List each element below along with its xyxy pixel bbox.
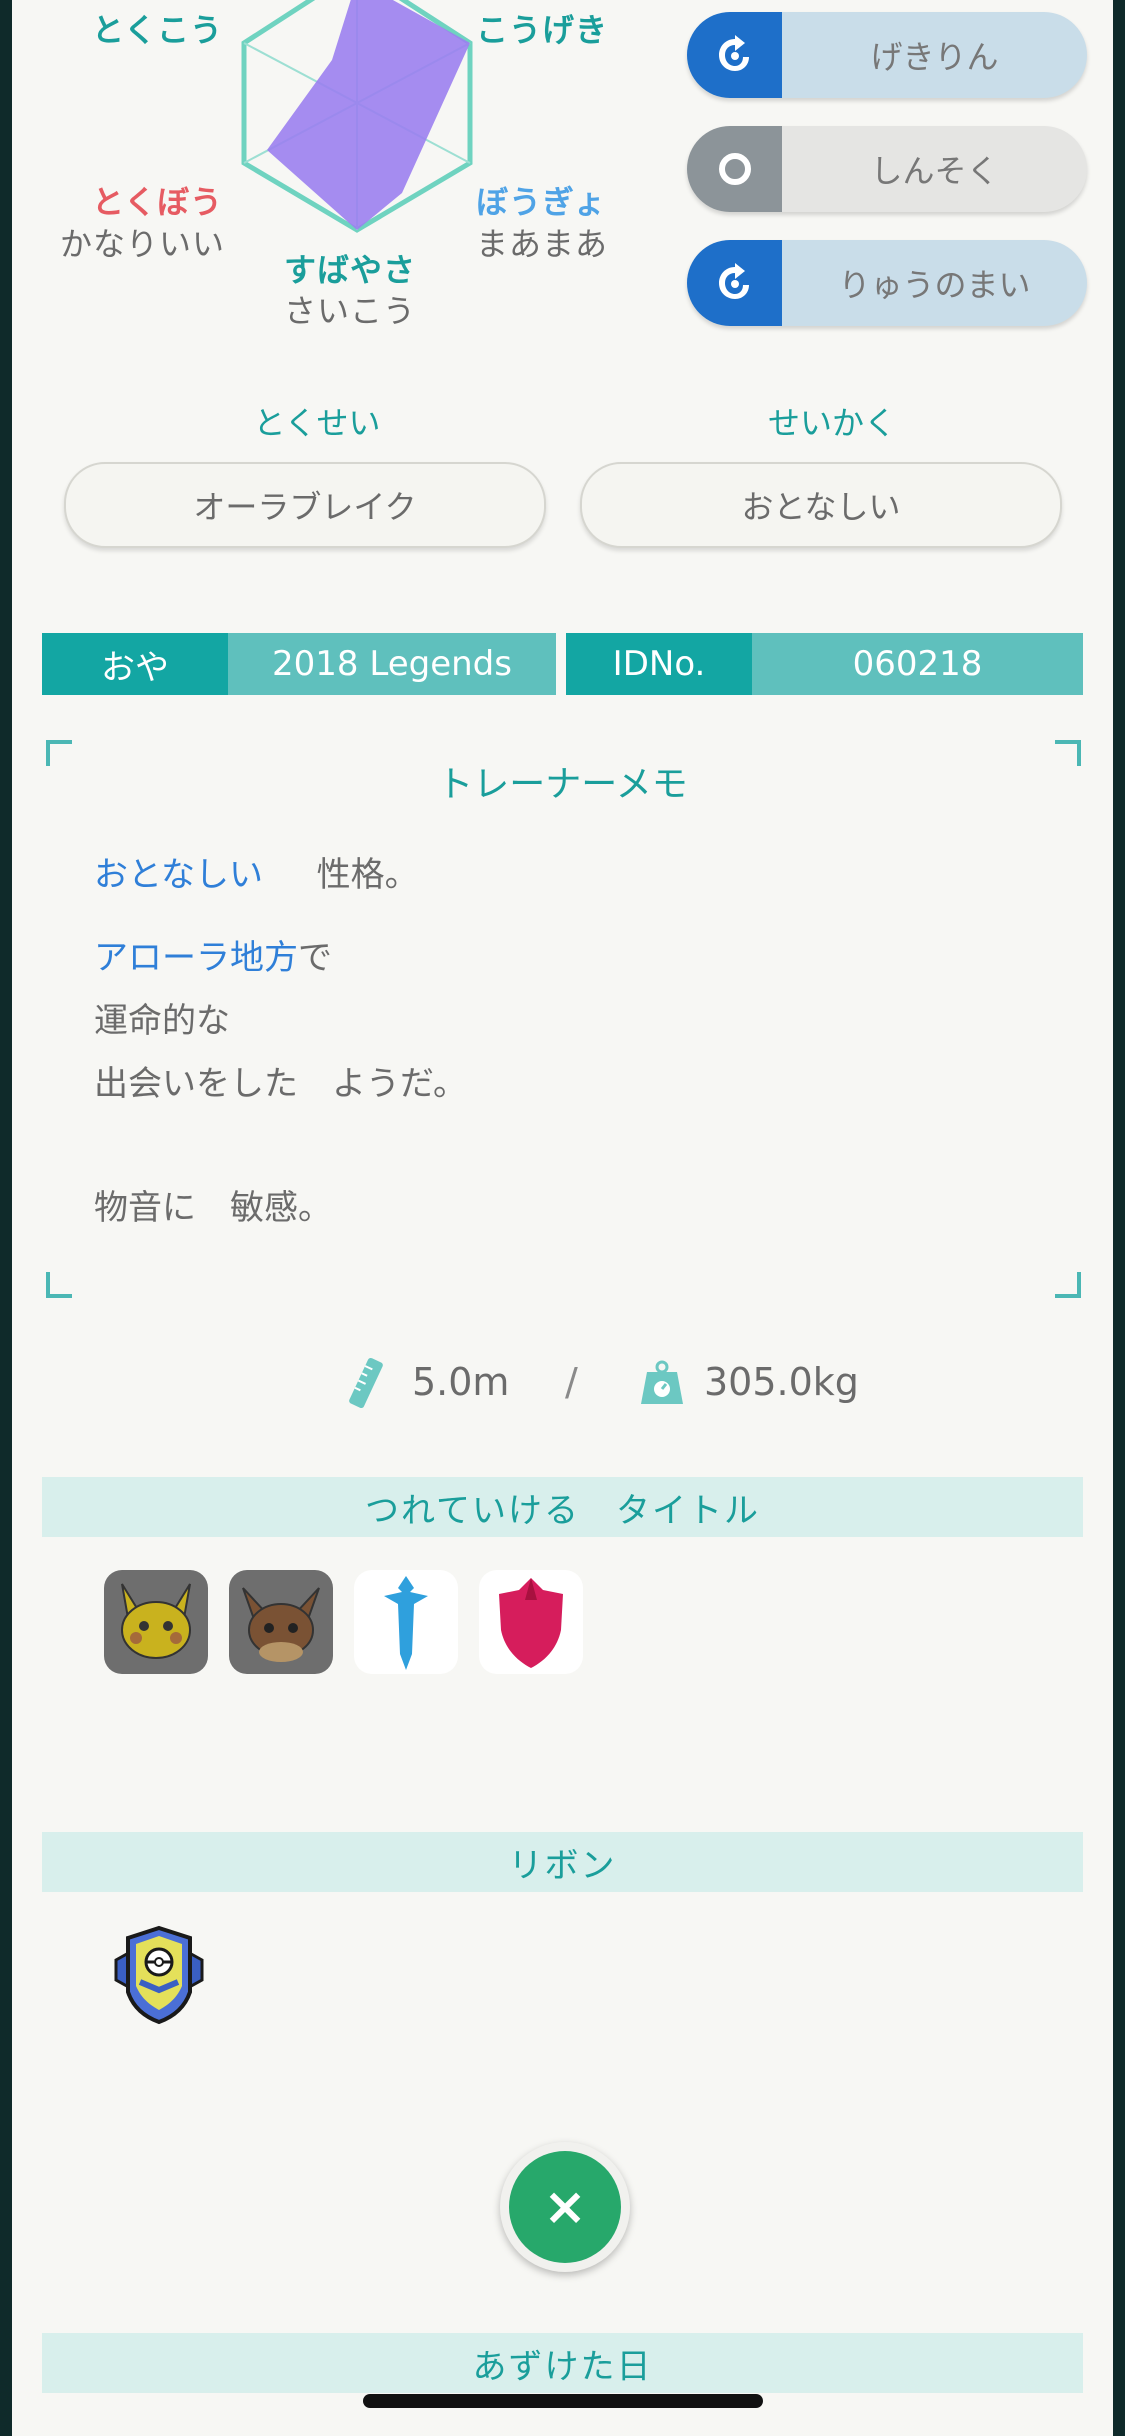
memo-nature-suffix: 性格。 <box>316 855 419 895</box>
memo-region-line: アローラ地方で <box>94 930 332 979</box>
stat-value-speed: さいこう <box>284 292 417 330</box>
nature-label: せいかく <box>767 404 896 442</box>
stats-radar-chart <box>241 0 473 233</box>
pokemon-summary-screen: とくこう こうげき とくぼう かなりいい ぼうぎょ まあまあ すばやさ さいこう… <box>12 0 1113 2436</box>
titles-header: つれていける タイトル <box>42 1477 1083 1537</box>
memo-corner-br <box>1055 1272 1081 1298</box>
close-button[interactable]: × <box>500 2142 630 2272</box>
stat-label-spdef: とくぼう <box>92 183 224 221</box>
id-label: IDNo. <box>566 633 752 695</box>
weight-value: 305.0kg <box>704 1360 859 1404</box>
ability-label: とくせい <box>253 404 381 442</box>
stat-label-atk: こうげき <box>476 11 609 49</box>
ot-value: 2018 Legends <box>228 633 556 695</box>
memo-nature-line: おとなしい 性格。 <box>94 847 419 896</box>
normal-type-icon <box>687 126 782 212</box>
home-indicator[interactable] <box>363 2394 763 2408</box>
memo-title: トレーナーメモ <box>437 764 688 805</box>
eevee-icon[interactable] <box>229 1570 333 1674</box>
close-button-inner: × <box>509 2151 621 2263</box>
stat-label-spatk: とくこう <box>92 11 224 49</box>
stat-label-def: ぼうぎょ <box>476 183 607 221</box>
move-name: りゅうのまい <box>838 266 1031 304</box>
ability-field[interactable]: オーラブレイク <box>64 462 546 548</box>
id-value: 060218 <box>752 633 1083 695</box>
move-button-2[interactable]: しんそく <box>687 126 1087 212</box>
memo-nature-word: おとなしい <box>94 855 263 895</box>
sword-icon[interactable] <box>354 1570 458 1674</box>
memo-line-2: 運命的な <box>94 1001 230 1041</box>
move-name: しんそく <box>870 152 999 190</box>
memo-trait: 物音に 敏感。 <box>94 1188 332 1228</box>
height-value: 5.0m <box>412 1360 510 1404</box>
shield-icon[interactable] <box>479 1570 583 1674</box>
dragon-type-icon <box>687 240 782 326</box>
measure-separator: / <box>565 1360 578 1404</box>
height-ruler-icon <box>349 1357 383 1409</box>
memo-region: アローラ地方 <box>94 938 298 978</box>
nature-field[interactable]: おとなしい <box>580 462 1062 548</box>
close-icon: × <box>543 2177 587 2237</box>
move-button-3[interactable]: りゅうのまい <box>687 240 1087 326</box>
memo-region-suffix: で <box>298 938 332 978</box>
move-button-1[interactable]: げきりん <box>687 12 1087 98</box>
ribbons-header: リボン <box>42 1832 1083 1892</box>
stat-label-speed: すばやさ <box>284 251 417 289</box>
pikachu-icon[interactable] <box>104 1570 208 1674</box>
weight-scale-icon <box>641 1360 683 1404</box>
dragon-type-icon <box>687 12 782 98</box>
memo-line-3: 出会いをした ようだ。 <box>94 1064 467 1104</box>
memo-corner-bl <box>46 1272 72 1298</box>
move-name: げきりん <box>870 38 999 76</box>
stat-value-spdef: かなりいい <box>60 225 226 263</box>
ribbon-badge-icon[interactable] <box>104 1920 214 2030</box>
ot-label: おや <box>42 633 228 695</box>
stat-value-def: まあまあ <box>476 225 609 263</box>
deposit-date-header: あずけた日 <box>42 2333 1083 2393</box>
